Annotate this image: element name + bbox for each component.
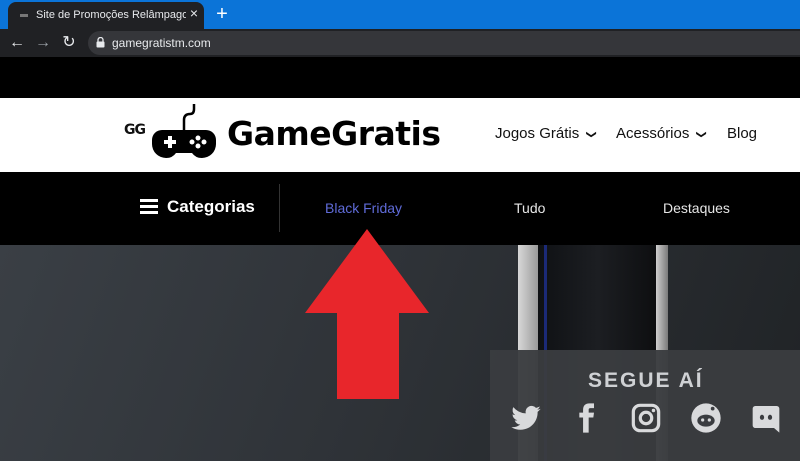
category-link-black-friday[interactable]: Black Friday [325, 200, 402, 216]
favicon-icon [20, 14, 28, 17]
close-tab-icon[interactable]: × [186, 5, 202, 21]
reddit-icon[interactable] [690, 402, 722, 434]
menu-jogos-gratis[interactable]: Jogos Grátis ❯ [495, 125, 597, 142]
menu-acessorios[interactable]: Acessórios ❯ [616, 125, 708, 142]
discord-icon[interactable] [750, 402, 782, 434]
browser-tab-bar: Site de Promoções Relâmpago e × + [0, 0, 800, 29]
top-band [0, 57, 800, 98]
category-link-tudo[interactable]: Tudo [514, 200, 545, 216]
site-header: GG GameGratis Jogos Grátis ❯ Acessórios ❯ … [0, 98, 800, 172]
annotation-arrow [305, 229, 429, 399]
instagram-icon[interactable] [630, 402, 662, 434]
lock-icon [96, 37, 105, 48]
reload-button[interactable]: ↻ [60, 34, 78, 52]
menu-label: Blog [727, 125, 758, 142]
social-title: SEGUE AÍ [588, 369, 704, 392]
hamburger-icon[interactable] [140, 199, 158, 214]
url-text: gamegratistm.com [112, 36, 211, 50]
back-button[interactable]: ← [8, 34, 26, 52]
forward-button[interactable]: → [34, 34, 52, 52]
address-bar[interactable]: gamegratistm.com [88, 31, 800, 55]
menu-label: Acessórios [616, 125, 690, 142]
chevron-down-icon: ❯ [696, 130, 708, 139]
new-tab-button[interactable]: + [212, 4, 232, 24]
brand-name[interactable]: GameGratis [227, 114, 441, 153]
social-panel: SEGUE AÍ [490, 350, 800, 461]
facebook-icon[interactable] [570, 402, 602, 434]
tab-title: Site de Promoções Relâmpago e [36, 9, 186, 21]
categories-button[interactable]: Categorias [167, 197, 255, 217]
twitter-icon[interactable] [510, 402, 542, 434]
divider [279, 184, 280, 232]
logo-badge: GG [124, 122, 146, 138]
menu-blog[interactable]: Blog [727, 125, 757, 142]
menu-label: Jogos Grátis [495, 125, 580, 142]
browser-toolbar: ← → ↻ gamegratistm.com [0, 29, 800, 57]
category-link-destaques[interactable]: Destaques [663, 200, 730, 216]
browser-tab[interactable]: Site de Promoções Relâmpago e × [8, 2, 204, 29]
chevron-down-icon: ❯ [585, 130, 597, 139]
gamepad-logo-icon[interactable] [150, 102, 218, 162]
